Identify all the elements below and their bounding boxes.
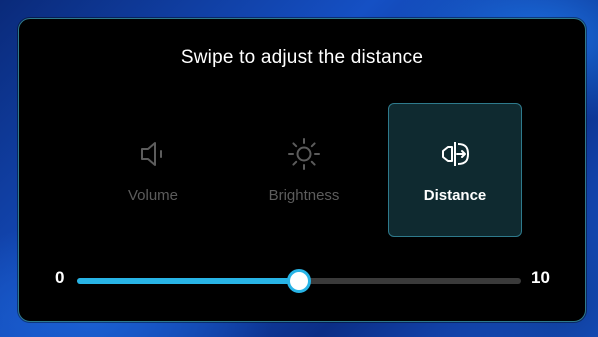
mode-selector: Volume Brightness Distance (19, 103, 585, 239)
slider-track[interactable] (77, 269, 521, 293)
mode-volume-button[interactable]: Volume (86, 103, 220, 237)
speaker-icon (136, 137, 170, 171)
distance-adjust-panel: Swipe to adjust the distance Volume Brig… (18, 18, 586, 322)
distance-icon (438, 137, 472, 171)
slider-min-label: 0 (55, 268, 65, 287)
panel-title: Swipe to adjust the distance (180, 47, 424, 68)
mode-distance-button[interactable]: Distance (388, 103, 522, 237)
distance-slider: 0 10 (19, 264, 585, 294)
slider-fill (77, 278, 299, 284)
sun-icon (287, 137, 321, 171)
mode-distance-label: Distance (423, 186, 487, 204)
mode-volume-label: Volume (127, 186, 179, 204)
mode-brightness-button[interactable]: Brightness (237, 103, 371, 237)
mode-brightness-label: Brightness (268, 186, 340, 204)
slider-thumb[interactable] (287, 269, 311, 293)
slider-max-label: 10 (531, 268, 550, 287)
